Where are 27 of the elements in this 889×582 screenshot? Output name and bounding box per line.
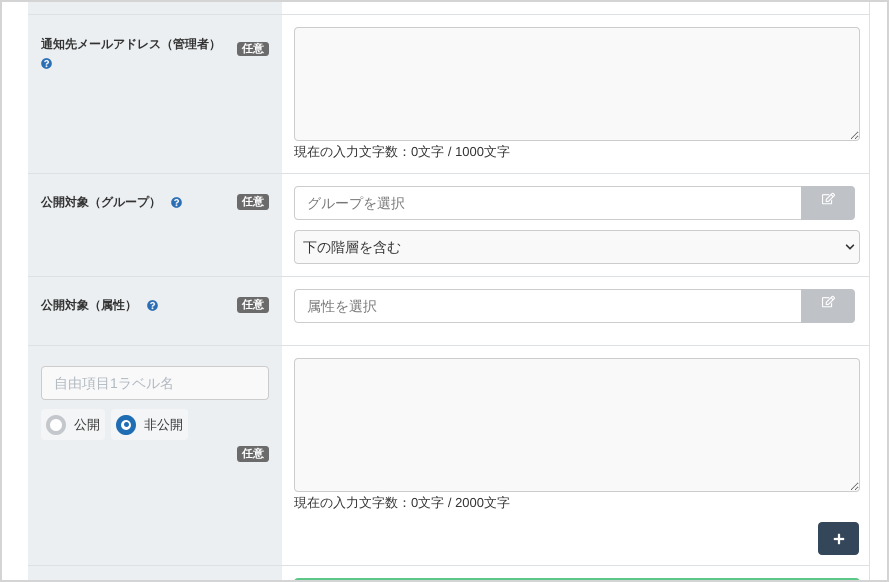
plus-icon [832,532,844,544]
picker-input[interactable]: 属性を選択 [295,290,801,322]
edit-icon [822,192,834,205]
dropdown-select[interactable]: 下の階層を含む [294,230,860,264]
optional-badge: 任意 [237,446,269,462]
help-icon[interactable] [41,58,52,69]
radio-button[interactable] [116,414,136,434]
radio-option[interactable]: 非公開 [111,409,188,440]
character-counter: 現在の入力文字数：0文字 / 1000文字 [294,143,511,161]
radio-button[interactable] [46,414,66,434]
optional-badge: 任意 [237,297,269,313]
field-label: 公開対象（グループ） [41,194,161,210]
help-icon[interactable] [171,196,182,208]
optional-badge: 任意 [237,194,269,210]
character-counter: 現在の入力文字数：0文字 / 2000文字 [294,494,511,512]
picker-field[interactable]: 属性を選択 [294,289,855,323]
picker-input[interactable]: グループを選択 [295,187,801,219]
optional-badge: 任意 [237,42,269,56]
field-label: 通知先メールアドレス（管理者） [41,36,221,52]
edit-icon [822,295,834,308]
picker-field[interactable]: グループを選択 [294,186,855,220]
chevron-down-icon [845,242,855,252]
help-icon[interactable] [147,300,158,310]
field-label: 公開対象（属性） [41,297,137,313]
radio-option[interactable]: 公開 [41,409,105,440]
add-button[interactable] [818,522,859,555]
label-name-field[interactable]: 自由項目1ラベル名 [41,366,269,400]
